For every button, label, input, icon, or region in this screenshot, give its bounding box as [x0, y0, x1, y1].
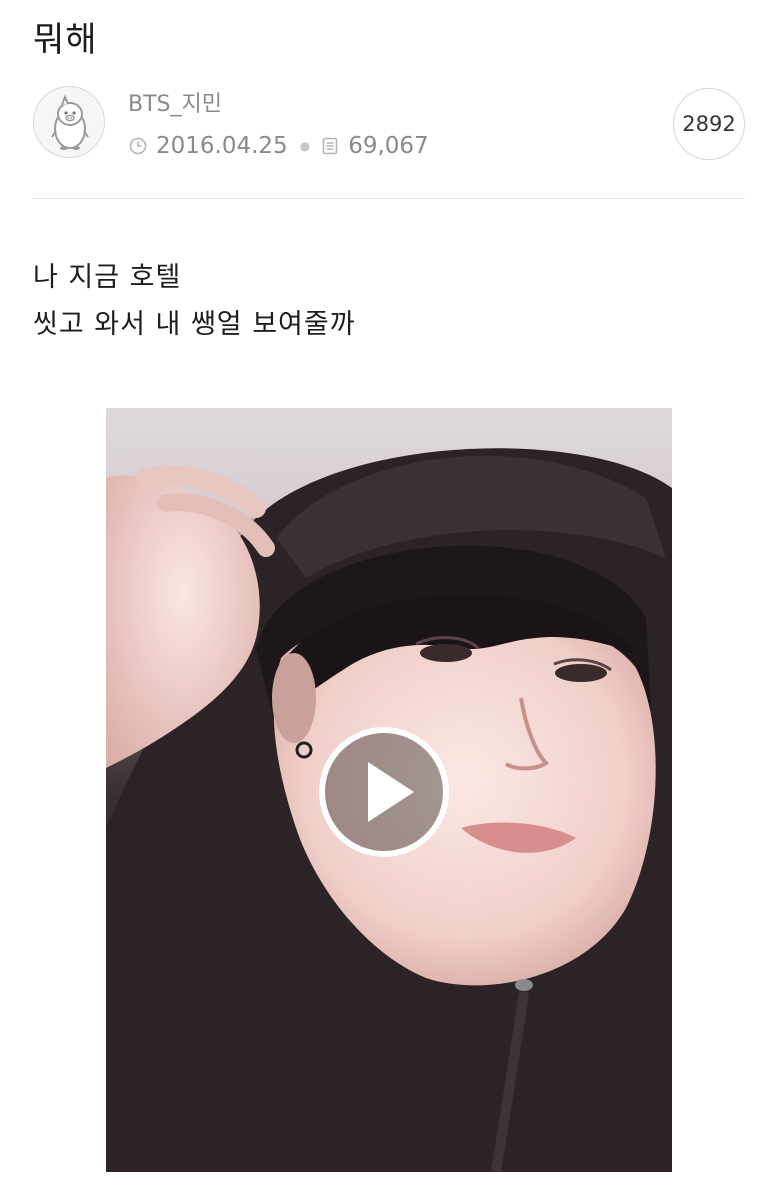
author-avatar[interactable] — [33, 86, 105, 158]
post-body: 나 지금 호텔 씻고 와서 내 쌩얼 보여줄까 — [33, 254, 356, 348]
meta-separator: ● — [299, 139, 311, 153]
post-body-line: 나 지금 호텔 — [33, 262, 182, 293]
post-views: 69,067 — [348, 133, 429, 159]
penguin-avatar-icon — [51, 94, 89, 150]
author-name[interactable]: BTS_지민 — [128, 90, 222, 120]
post-body-line: 씻고 와서 내 쌩얼 보여줄까 — [33, 309, 356, 340]
video-player[interactable] — [106, 408, 672, 1172]
play-icon[interactable] — [314, 722, 454, 862]
divider — [33, 198, 745, 199]
author-row: BTS_지민 2016.04.25 ● 69,067 2892 — [33, 86, 745, 166]
document-icon — [322, 137, 338, 155]
post-date: 2016.04.25 — [156, 133, 288, 159]
clock-icon — [129, 137, 147, 155]
post-title: 뭐해 — [33, 20, 98, 60]
comment-count-button[interactable]: 2892 — [673, 88, 745, 160]
post-meta: 2016.04.25 ● 69,067 — [128, 130, 429, 162]
